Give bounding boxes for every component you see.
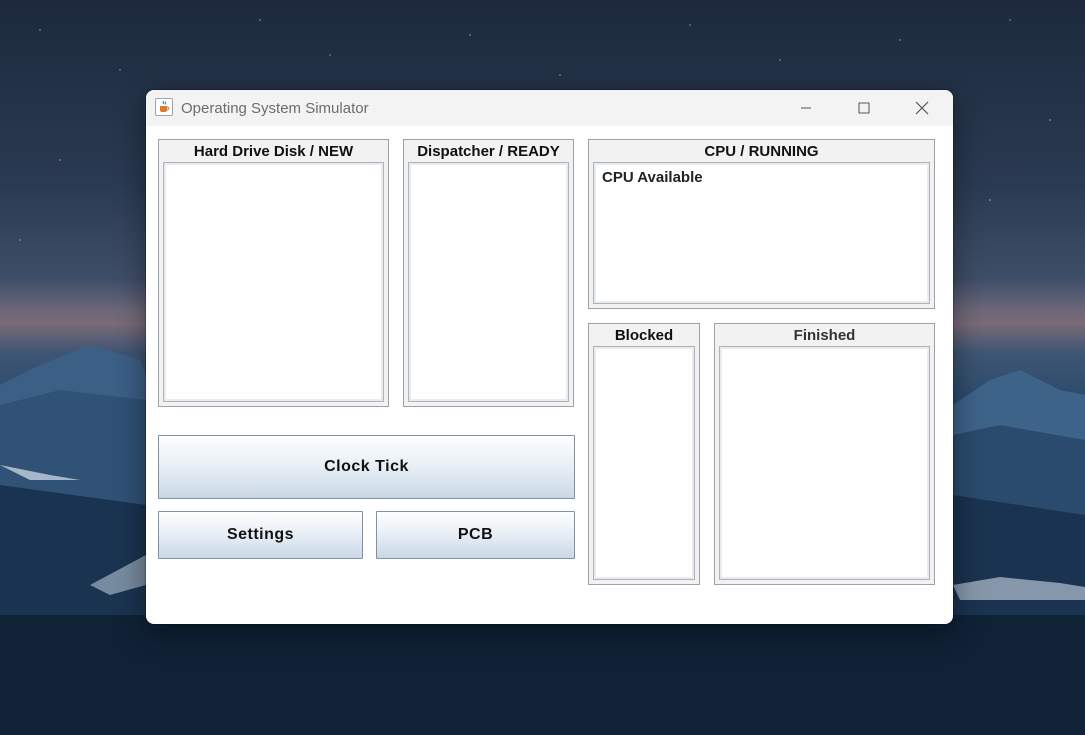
- pcb-button[interactable]: PCB: [376, 511, 575, 559]
- minimize-icon: [801, 107, 811, 109]
- cpu-running-area[interactable]: CPU Available: [593, 162, 930, 304]
- ready-queue-panel: Dispatcher / READY: [403, 139, 574, 407]
- clock-tick-button[interactable]: Clock Tick: [158, 435, 575, 499]
- maximize-button[interactable]: [841, 90, 887, 126]
- title-bar[interactable]: Operating System Simulator: [146, 90, 953, 126]
- cpu-running-panel: CPU / RUNNING CPU Available: [588, 139, 935, 309]
- close-button[interactable]: [899, 90, 945, 126]
- cpu-running-title: CPU / RUNNING: [704, 143, 819, 160]
- new-queue-title: Hard Drive Disk / NEW: [193, 143, 354, 160]
- window-title: Operating System Simulator: [181, 100, 369, 117]
- new-queue-panel: Hard Drive Disk / NEW: [158, 139, 389, 407]
- minimize-button[interactable]: [783, 90, 829, 126]
- ready-queue-list[interactable]: [408, 162, 569, 402]
- new-queue-list[interactable]: [163, 162, 384, 402]
- finished-queue-panel: Finished: [714, 323, 935, 585]
- blocked-queue-title: Blocked: [614, 327, 674, 344]
- app-window: Operating System Simulator Hard Drive Di…: [146, 90, 953, 624]
- settings-button[interactable]: Settings: [158, 511, 363, 559]
- maximize-icon: [858, 102, 870, 114]
- close-icon: [915, 101, 929, 115]
- finished-queue-list[interactable]: [719, 346, 930, 580]
- finished-queue-title: Finished: [793, 327, 856, 344]
- blocked-queue-panel: Blocked: [588, 323, 700, 585]
- ready-queue-title: Dispatcher / READY: [417, 143, 560, 160]
- java-cup-icon: [155, 98, 173, 116]
- blocked-queue-list[interactable]: [593, 346, 695, 580]
- cpu-status-text: CPU Available: [602, 169, 703, 186]
